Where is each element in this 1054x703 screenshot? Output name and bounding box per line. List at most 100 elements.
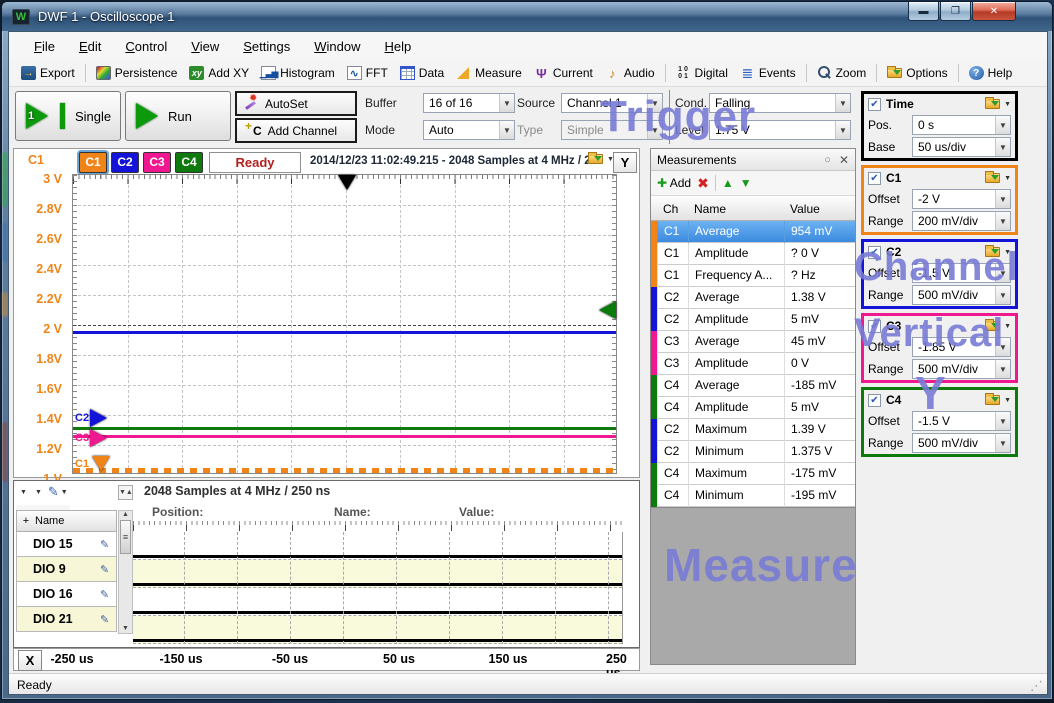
toolbar-item-data[interactable]: Data xyxy=(394,64,450,82)
toolbar-item-audio[interactable]: Audio xyxy=(599,64,661,82)
c2-offset-select[interactable]: -1.5 V▼ xyxy=(912,263,1011,283)
channel-button-c3[interactable]: C3 xyxy=(143,152,171,173)
menu-settings[interactable]: Settings xyxy=(234,36,299,57)
resize-grip[interactable]: ⋰ xyxy=(1030,678,1043,694)
scope-options-button[interactable]: ▼ xyxy=(588,154,614,164)
menu-help[interactable]: Help xyxy=(375,36,420,57)
trigger-position-marker[interactable] xyxy=(338,175,356,190)
c3-checkbox[interactable]: ✔ xyxy=(868,320,881,333)
measurement-row[interactable]: C1Average954 mV xyxy=(651,221,855,243)
menu-file[interactable]: File xyxy=(25,36,64,57)
scroll-down-icon[interactable]: ▼ xyxy=(119,625,132,632)
toolbar-item-options[interactable]: Options xyxy=(881,64,953,82)
scroll-up-icon[interactable]: ▲ xyxy=(119,511,132,518)
add-signal-button[interactable]: ✚▼ xyxy=(16,488,29,497)
c3-options-button[interactable]: ▼ xyxy=(985,321,1011,331)
minimize-button[interactable]: ▬ xyxy=(908,2,939,21)
buffer-select[interactable]: 16 of 16 ▼ xyxy=(423,93,515,113)
move-up-button[interactable]: ▲ xyxy=(722,176,734,190)
trigger-source-select[interactable]: Channel 1 ▼ xyxy=(561,93,663,113)
mode-select[interactable]: Auto ▼ xyxy=(423,120,515,140)
toolbar-item-export[interactable]: Export xyxy=(15,64,81,82)
measurement-row[interactable]: C4Minimum-195 mV xyxy=(651,485,855,507)
toolbar-item-help[interactable]: Help xyxy=(963,64,1019,82)
toolbar-item-fft[interactable]: FFT xyxy=(341,64,394,82)
c2-range-select[interactable]: 500 mV/div▼ xyxy=(912,285,1011,305)
measurement-row[interactable]: C2Minimum1.375 V xyxy=(651,441,855,463)
collapse-button[interactable]: ▼▲ xyxy=(118,485,133,500)
toolbar-item-zoom[interactable]: Zoom xyxy=(811,64,873,82)
scrollbar-thumb[interactable]: ≡ xyxy=(120,520,131,554)
trigger-level-select[interactable]: 1.75 V ▼ xyxy=(709,120,851,140)
trigger-level-marker[interactable] xyxy=(599,301,616,319)
close-button[interactable]: ✕ xyxy=(972,2,1016,21)
c1-offset-marker[interactable]: C1 xyxy=(75,456,110,471)
dio-table-header[interactable]: + Name xyxy=(16,510,117,532)
channel-button-c1[interactable]: C1 xyxy=(79,152,107,173)
c3-offset-marker[interactable]: C3 xyxy=(75,429,107,447)
c4-range-select[interactable]: 500 mV/div▼ xyxy=(912,433,1011,453)
pencil-icon[interactable]: ✎ xyxy=(100,563,116,576)
close-panel-icon[interactable]: ✕ xyxy=(839,153,849,167)
trigger-condition-select[interactable]: Falling ▼ xyxy=(709,93,851,113)
menu-control[interactable]: Control xyxy=(116,36,176,57)
delete-measurement-button[interactable]: ✖ xyxy=(697,175,709,192)
x-axis-button[interactable]: X xyxy=(18,650,42,671)
measurement-row[interactable]: C3Amplitude0 V xyxy=(651,353,855,375)
y-axis-button[interactable]: Y xyxy=(613,152,637,173)
toolbar-item-add-xy[interactable]: Add XY xyxy=(183,64,255,82)
time-checkbox[interactable]: ✔ xyxy=(868,98,881,111)
time-position-select[interactable]: 0 s ▼ xyxy=(912,115,1011,135)
c2-checkbox[interactable]: ✔ xyxy=(868,246,881,259)
toolbar-item-histogram[interactable]: Histogram xyxy=(255,64,341,82)
dio-row[interactable]: DIO 15✎ xyxy=(16,532,117,557)
trigger-type-select[interactable]: Simple ▼ xyxy=(561,120,663,140)
c4-offset-select[interactable]: -1.5 V▼ xyxy=(912,411,1011,431)
dio-row[interactable]: DIO 9✎ xyxy=(16,557,117,582)
c4-checkbox[interactable]: ✔ xyxy=(868,394,881,407)
c1-range-select[interactable]: 200 mV/div▼ xyxy=(912,211,1011,231)
add-measurement-button[interactable]: ✚ Add xyxy=(657,176,691,190)
dio-scrollbar[interactable]: ▲ ≡ ▼ xyxy=(118,510,133,634)
c4-options-button[interactable]: ▼ xyxy=(985,395,1011,405)
add-channel-button[interactable]: C Add Channel xyxy=(235,118,357,143)
menu-view[interactable]: View xyxy=(182,36,228,57)
toolbar-item-events[interactable]: Events xyxy=(734,64,802,82)
measurement-row[interactable]: C1Frequency A...? Hz xyxy=(651,265,855,287)
scope-plot[interactable]: C2 C3 C1 xyxy=(72,174,617,474)
dio-row[interactable]: DIO 16✎ xyxy=(16,582,117,607)
edit-signal-button[interactable]: ✎▼ xyxy=(46,483,70,501)
measurement-row[interactable]: C4Amplitude5 mV xyxy=(651,397,855,419)
title-bar[interactable]: W DWF 1 - Oscilloscope 1 ▬ ❐ ✕ xyxy=(2,2,1052,31)
toolbar-item-current[interactable]: Current xyxy=(528,64,599,82)
pin-icon[interactable]: ○ xyxy=(824,154,831,166)
c2-options-button[interactable]: ▼ xyxy=(985,247,1011,257)
measurement-row[interactable]: C1Amplitude? 0 V xyxy=(651,243,855,265)
channel-button-c2[interactable]: C2 xyxy=(111,152,139,173)
toolbar-item-persistence[interactable]: Persistence xyxy=(90,64,184,82)
c3-offset-select[interactable]: -1.85 V▼ xyxy=(912,337,1011,357)
remove-signal-button[interactable]: ✖▼ xyxy=(31,488,44,497)
time-options-button[interactable]: ▼ xyxy=(985,99,1011,109)
menu-edit[interactable]: Edit xyxy=(70,36,110,57)
menu-window[interactable]: Window xyxy=(305,36,369,57)
digital-lanes[interactable] xyxy=(133,532,623,644)
c1-options-button[interactable]: ▼ xyxy=(985,173,1011,183)
pencil-icon[interactable]: ✎ xyxy=(100,538,116,551)
channel-button-c4[interactable]: C4 xyxy=(175,152,203,173)
measurement-row[interactable]: C2Average1.38 V xyxy=(651,287,855,309)
run-button[interactable]: Run xyxy=(125,91,231,141)
toolbar-item-digital[interactable]: Digital xyxy=(670,64,734,82)
c1-offset-select[interactable]: -2 V▼ xyxy=(912,189,1011,209)
c2-offset-marker[interactable]: C2 xyxy=(75,409,107,427)
maximize-button[interactable]: ❐ xyxy=(940,2,971,21)
toolbar-item-measure[interactable]: Measure xyxy=(450,64,528,82)
c1-checkbox[interactable]: ✔ xyxy=(868,172,881,185)
measurement-row[interactable]: C2Maximum1.39 V xyxy=(651,419,855,441)
time-base-select[interactable]: 50 us/div ▼ xyxy=(912,137,1011,157)
c3-range-select[interactable]: 500 mV/div▼ xyxy=(912,359,1011,379)
measurement-row[interactable]: C4Maximum-175 mV xyxy=(651,463,855,485)
pencil-icon[interactable]: ✎ xyxy=(100,613,116,626)
autoset-button[interactable]: AutoSet xyxy=(235,91,357,116)
pencil-icon[interactable]: ✎ xyxy=(100,588,116,601)
